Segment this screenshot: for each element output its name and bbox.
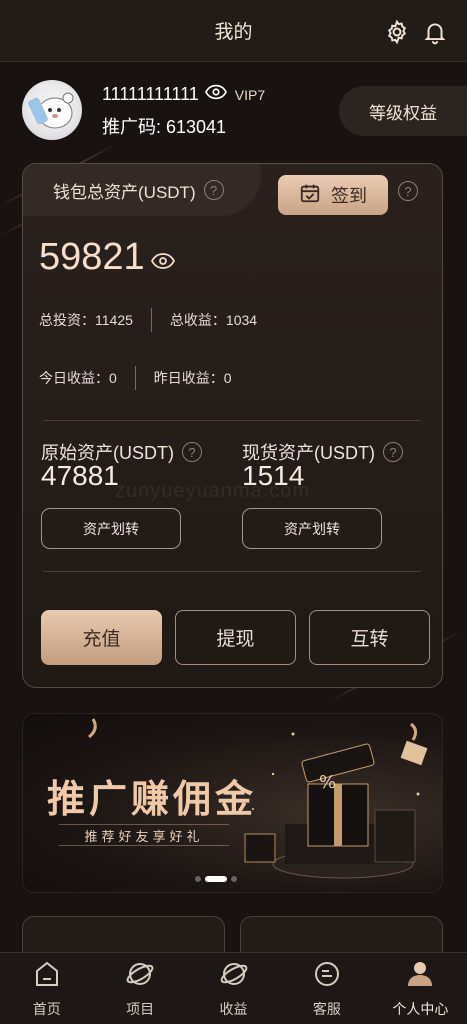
tab-label: 客服 <box>312 1000 341 1017</box>
tab-projects[interactable]: 项目 <box>93 953 186 1024</box>
level-benefits-button[interactable]: 等级权益 <box>339 86 467 136</box>
signin-button[interactable]: 签到 <box>278 175 388 215</box>
watermark: zunyueyuanma.com <box>115 480 310 502</box>
user-id-text: 11111111111 <box>102 84 199 104</box>
planet-icon <box>219 959 249 994</box>
withdraw-button[interactable]: 提现 <box>175 610 296 665</box>
promo-banner[interactable]: % 推广赚佣金 推荐好友享好礼 <box>22 713 443 893</box>
total-amount: 59821 <box>39 236 145 278</box>
svg-text:%: % <box>319 772 336 793</box>
income-stats: 今日收益：0 昨日收益：0 <box>39 366 232 390</box>
question-icon[interactable]: ? <box>203 180 224 200</box>
total-income: 总收益：1034 <box>169 312 258 328</box>
original-assets-transfer-button[interactable]: 资产划转 <box>41 508 181 549</box>
calendar-icon <box>299 182 321 209</box>
investment-stats: 总投资：11425 总收益：1034 <box>39 308 257 332</box>
spot-assets-transfer-button[interactable]: 资产划转 <box>242 508 382 549</box>
vip-badge: VIP7 <box>234 86 266 103</box>
gear-icon[interactable] <box>383 18 411 46</box>
wallet-total-label: 钱包总资产(USDT) <box>53 182 196 202</box>
tab-label: 项目 <box>126 1000 155 1017</box>
tab-income[interactable]: 收益 <box>187 953 280 1024</box>
total-invest: 总投资：11425 <box>39 312 133 328</box>
top-header: 我的 <box>0 0 467 62</box>
planet-icon <box>125 959 155 994</box>
banner-title: 推广赚佣金 <box>47 777 258 821</box>
eye-icon[interactable] <box>150 236 175 279</box>
divider <box>134 366 136 390</box>
divider <box>43 420 421 421</box>
question-icon[interactable]: ? <box>182 442 202 462</box>
chat-icon <box>312 959 342 994</box>
divider <box>43 571 421 572</box>
page-title: 我的 <box>214 22 253 43</box>
question-icon[interactable]: ? <box>383 442 403 462</box>
transfer-button[interactable]: 互转 <box>309 610 430 665</box>
banner-subtitle: 推荐好友享好礼 <box>59 824 229 846</box>
tab-label: 个人中心 <box>392 1000 449 1017</box>
home-icon <box>32 959 62 994</box>
original-assets-value: 47881 <box>41 460 119 491</box>
tab-home[interactable]: 首页 <box>0 953 93 1024</box>
eye-icon[interactable] <box>204 84 227 105</box>
recharge-button[interactable]: 充值 <box>41 610 162 665</box>
carousel-dots <box>195 876 237 882</box>
bell-icon[interactable] <box>421 18 449 46</box>
carousel-dot-active[interactable] <box>205 876 227 882</box>
yesterday-income: 昨日收益：0 <box>153 370 232 386</box>
divider <box>150 308 152 332</box>
wallet-total-value: 59821 <box>39 236 175 279</box>
tab-profile[interactable]: 个人中心 <box>374 953 467 1024</box>
tab-label: 收益 <box>219 1000 248 1017</box>
person-icon <box>405 959 435 994</box>
today-income: 今日收益：0 <box>39 370 117 386</box>
signin-label: 签到 <box>331 186 367 206</box>
promo-code: 推广码: 613041 <box>102 117 227 137</box>
wallet-card: 钱包总资产(USDT) ? 签到 ? 59821 总投资：11425 总收益：1… <box>22 163 443 688</box>
carousel-dot[interactable] <box>231 876 237 882</box>
tab-label: 首页 <box>32 1000 61 1017</box>
tab-support[interactable]: 客服 <box>280 953 373 1024</box>
user-id: 11111111111 VIP7 <box>102 84 265 105</box>
avatar[interactable] <box>22 80 82 140</box>
wallet-total-tab: 钱包总资产(USDT) ? <box>23 164 261 216</box>
bottom-tab-bar: 首页 项目 收益 客服 个人中心 <box>0 952 467 1024</box>
question-icon[interactable]: ? <box>398 181 418 201</box>
carousel-dot[interactable] <box>195 876 201 882</box>
